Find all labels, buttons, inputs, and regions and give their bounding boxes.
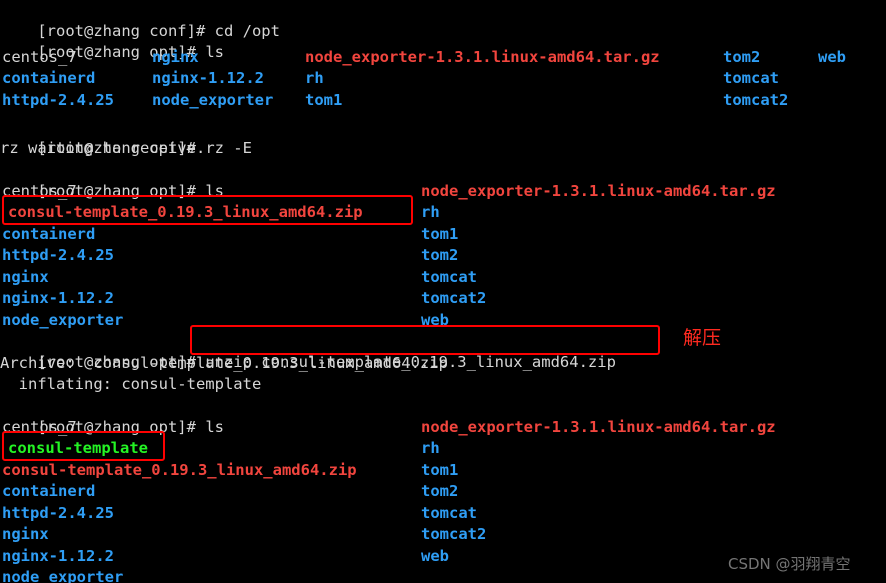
ls1-item: tomcat2 — [723, 91, 789, 109]
terminal-line: [root@zhang opt]# ls — [0, 396, 224, 436]
ls2-item: tom1 — [421, 225, 459, 243]
csdn-watermark: CSDN @羽翔青空 — [728, 555, 851, 573]
ls1-item: tom1 — [305, 91, 343, 109]
terminal-line: [root@zhang opt]# ls — [0, 21, 224, 61]
ls3-item: containerd — [2, 482, 96, 500]
command-rz: rz -E — [205, 139, 252, 158]
ls2-item: node_exporter — [2, 311, 124, 329]
ls2-item: tom2 — [421, 246, 459, 264]
ls1-item: nginx-1.12.2 — [152, 69, 264, 87]
command-ls: ls — [205, 418, 224, 437]
ls3-item: consul-template_0.19.3_linux_amd64.zip — [2, 461, 357, 479]
rz-waiting-message: rz waiting to receive. — [0, 139, 206, 157]
ls2-item: rh — [421, 203, 440, 221]
ls3-item-highlighted: consul-template — [8, 439, 148, 457]
ls2-item: nginx — [2, 268, 49, 286]
ls3-item: centos_7 — [2, 418, 77, 436]
ls2-item: tomcat2 — [421, 289, 487, 307]
ls2-item: httpd-2.4.25 — [2, 246, 114, 264]
ls3-item: nginx-1.12.2 — [2, 547, 114, 565]
ls1-item: httpd-2.4.25 — [2, 91, 114, 109]
ls3-item: nginx — [2, 525, 49, 543]
ls3-item: tom2 — [421, 482, 459, 500]
terminal-window[interactable]: [root@zhang conf]# cd /opt [root@zhang o… — [0, 0, 886, 583]
unzip-inflating-line: inflating: consul-template — [0, 375, 262, 393]
ls3-item: web — [421, 547, 449, 565]
command-ls: ls — [205, 43, 224, 62]
ls1-item: tom2 — [723, 48, 761, 66]
ls3-item: node_exporter — [2, 568, 124, 583]
ls1-item: centos_7 — [2, 48, 77, 66]
ls1-item: web — [818, 48, 846, 66]
ls1-item: node_exporter-1.3.1.linux-amd64.tar.gz — [305, 48, 660, 66]
ls2-item: web — [421, 311, 449, 329]
annotation-label-unzip: 解压 — [683, 327, 722, 349]
ls3-item: tomcat2 — [421, 525, 487, 543]
ls1-item: node_exporter — [152, 91, 274, 109]
terminal-line: [root@zhang opt]# ls — [0, 160, 224, 200]
ls3-item: node_exporter-1.3.1.linux-amd64.tar.gz — [421, 418, 776, 436]
ls3-item: tomcat — [421, 504, 477, 522]
ls3-item: httpd-2.4.25 — [2, 504, 114, 522]
ls3-item: rh — [421, 439, 440, 457]
unzip-archive-line: Archive: consul-template_0.19.3_linux_am… — [0, 354, 448, 372]
ls1-item: tomcat — [723, 69, 779, 87]
ls2-item: node_exporter-1.3.1.linux-amd64.tar.gz — [421, 182, 776, 200]
ls1-item: rh — [305, 69, 324, 87]
terminal-line: [root@zhang opt]# unzip consul-template_… — [0, 331, 616, 371]
ls2-item: tomcat — [421, 268, 477, 286]
ls2-item: nginx-1.12.2 — [2, 289, 114, 307]
ls2-item-highlighted: consul-template_0.19.3_linux_amd64.zip — [8, 203, 363, 221]
terminal-line: [root@zhang conf]# cd /opt — [0, 0, 280, 40]
ls1-item: containerd — [2, 69, 96, 87]
command-cd: cd /opt — [214, 22, 280, 41]
ls2-item: centos_7 — [2, 182, 77, 200]
ls2-item: containerd — [2, 225, 96, 243]
command-ls: ls — [205, 182, 224, 201]
ls1-item: nginx — [152, 48, 199, 66]
terminal-line: [root@zhang opt]# rz -E — [0, 117, 252, 157]
ls3-item: tom1 — [421, 461, 459, 479]
